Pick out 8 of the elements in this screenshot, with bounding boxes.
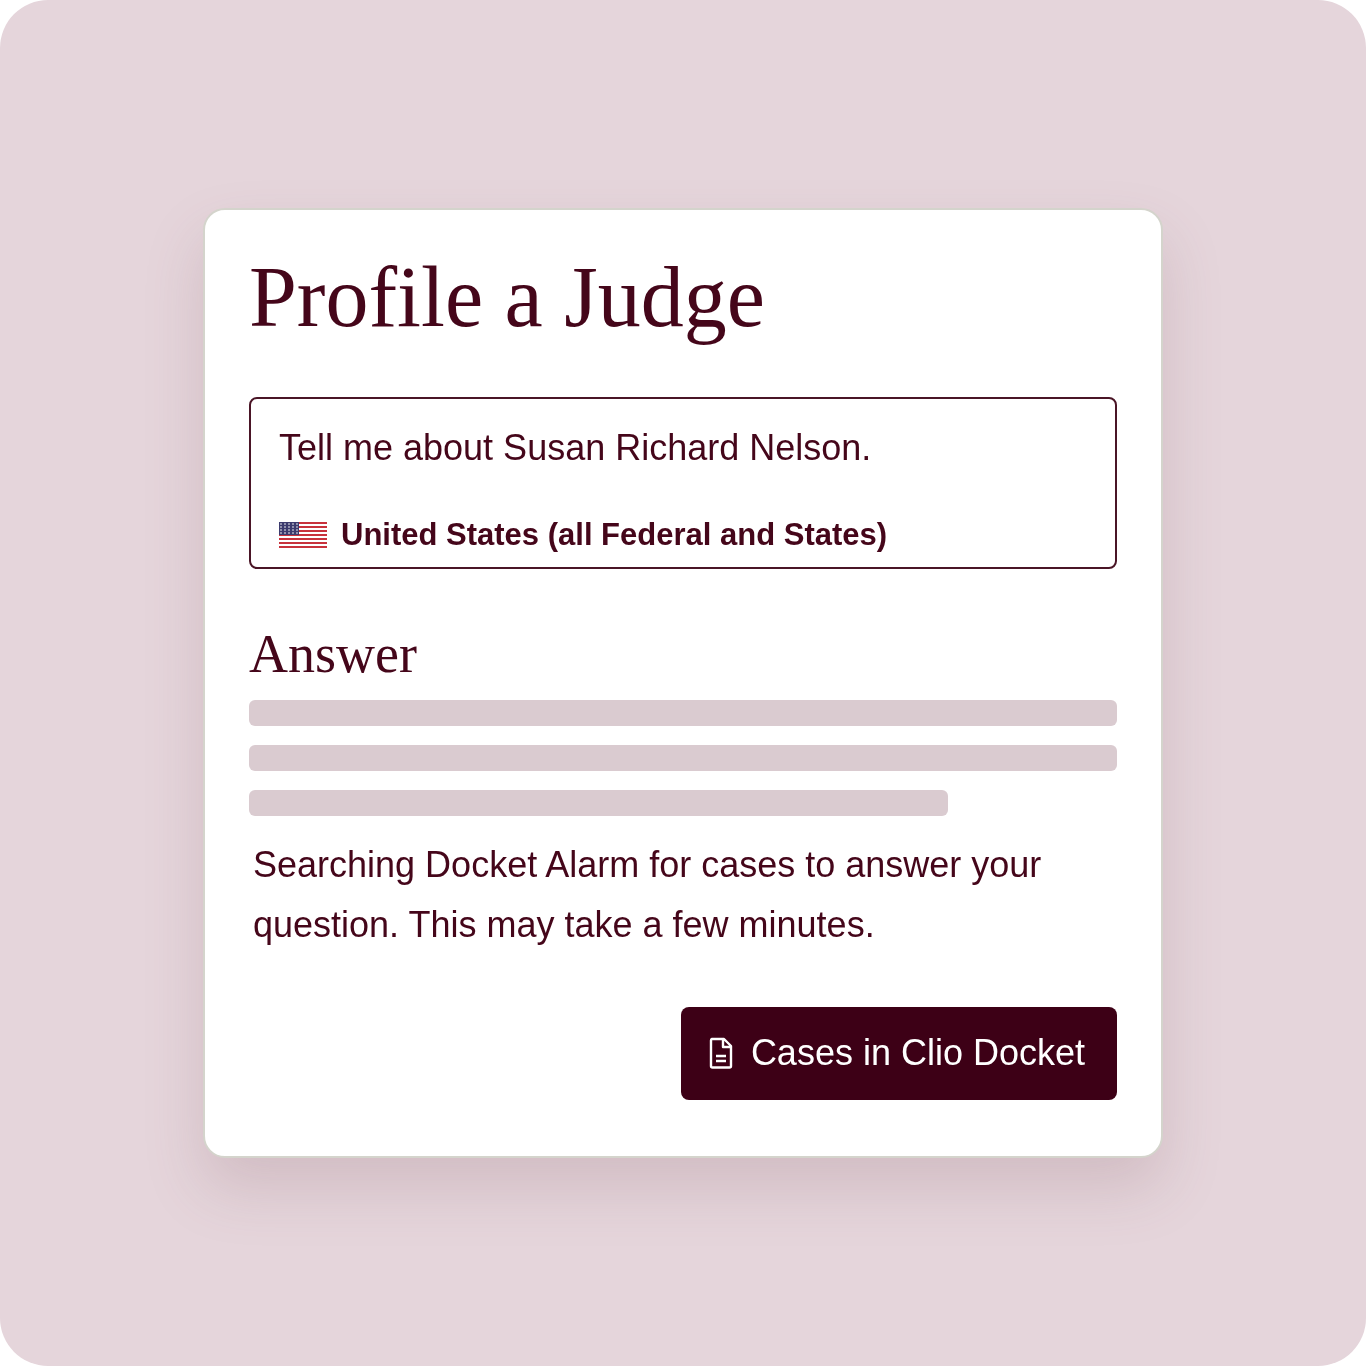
status-text: Searching Docket Alarm for cases to answer your question. This may take a few minutes. [253, 843, 1043, 947]
jurisdiction-label[interactable]: United States (all Federal and States) [341, 516, 888, 553]
cases-button[interactable]: Cases in Clio Docket [680, 1007, 1117, 1100]
page-title: Profile a Judge [249, 250, 766, 345]
query-field[interactable]: Tell me about Susan Richard Nelson. United States (all Federal and States) [249, 396, 1117, 569]
document-icon [708, 1037, 733, 1070]
flag-icon [279, 521, 327, 548]
section-heading: Answer [249, 624, 418, 684]
